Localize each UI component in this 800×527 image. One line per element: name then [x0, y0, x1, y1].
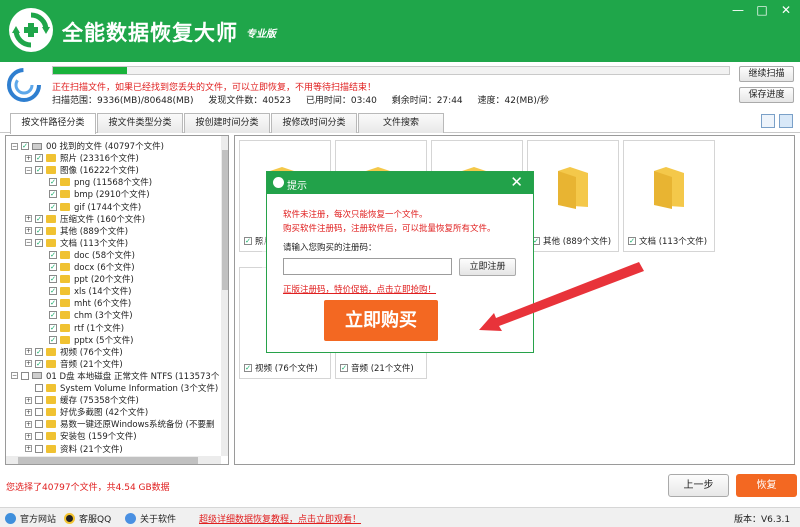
- globe-icon: [5, 513, 16, 524]
- info-circle-icon: [125, 513, 136, 524]
- recover-button[interactable]: 恢复: [736, 474, 797, 497]
- version-info: 版本：V6.3.1: [734, 512, 790, 525]
- selection-summary: 您选择了40797个文件，共4.54 GB数据: [6, 483, 170, 493]
- bottom-bar: 官方网站 客服QQ 关于软件 超级详细数据恢复教程，点击立即观看！ 版本：V6.…: [0, 507, 800, 527]
- version-label: 版本：: [734, 515, 762, 525]
- about-link[interactable]: 关于软件: [125, 512, 176, 525]
- official-site-label: 官方网站: [20, 515, 57, 525]
- previous-step-button[interactable]: 上一步: [668, 474, 729, 497]
- tutorial-link[interactable]: 超级详细数据恢复教程，点击立即观看！: [199, 512, 361, 525]
- qq-penguin-icon: [64, 513, 75, 524]
- official-site-link[interactable]: 官方网站: [5, 512, 56, 525]
- version-number: V6.3.1: [761, 515, 791, 525]
- arrow-pointer-icon: [479, 262, 644, 331]
- support-qq-label: 客服QQ: [79, 515, 112, 525]
- support-qq-link[interactable]: 客服QQ: [64, 512, 111, 525]
- about-label: 关于软件: [140, 515, 177, 525]
